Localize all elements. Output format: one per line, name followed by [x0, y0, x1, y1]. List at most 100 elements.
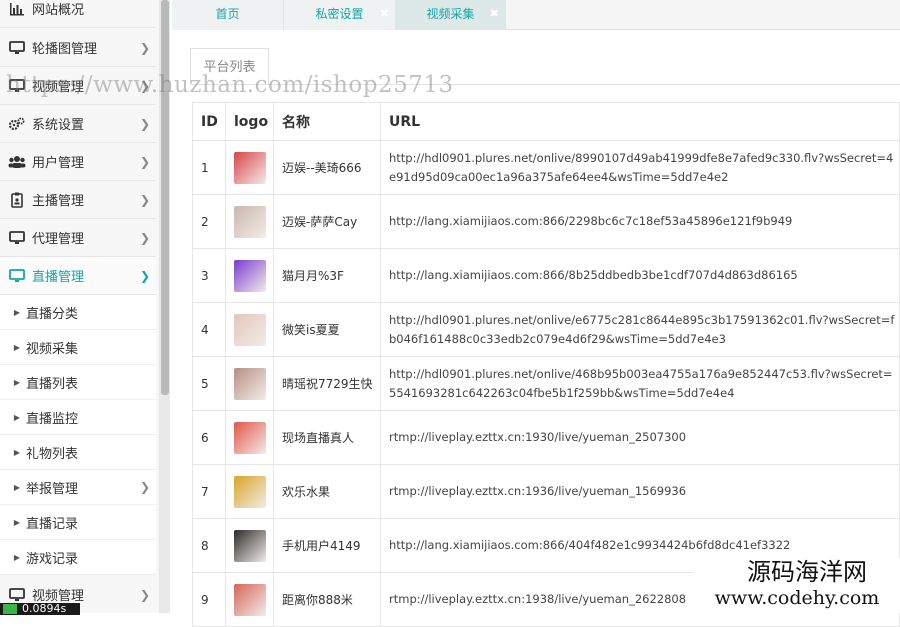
chevron-right-icon: ❯ — [139, 480, 151, 494]
sidebar-scroll-thumb[interactable] — [161, 0, 169, 395]
sidebar-item-5[interactable]: 用户管理 ❯ — [0, 143, 156, 181]
chevron-right-icon: ❯ — [139, 268, 151, 283]
site-watermark-url: www.codehy.com — [714, 587, 880, 609]
sidebar-item-3[interactable]: 视频管理 ❯ — [0, 67, 156, 105]
cell-url: http://hdl0901.plures.net/onlive/468b95b… — [380, 356, 900, 411]
sidebar-subitem-6[interactable]: ▶ 举报管理 ❯ — [0, 470, 156, 505]
sidebar: 网站概况 轮播图管理 ❯ 视频管理 ❯ 系统设置 ❯ 用户管理 ❯ 主播管理 ❯ 代理管理 ❯ 直播管理 ❯… — [0, 0, 160, 613]
platform-logo — [234, 529, 266, 562]
table-row[interactable]: 3 猫月月%3F http://lang.xiamijiaos.com:866/8b… — [192, 248, 900, 303]
platform-logo — [234, 151, 266, 184]
sidebar-subitem-2[interactable]: ▶ 视频采集 — [0, 330, 156, 365]
caret-right-icon: ▶ — [13, 412, 20, 422]
platform-logo — [234, 259, 266, 292]
platform-logo — [234, 205, 266, 238]
platform-table: ID logo 名称 URL 1 迈娱--美琦666 http://hdl0901.… — [192, 102, 900, 627]
sidebar-item-8[interactable]: 直播管理 ❯ — [0, 257, 156, 295]
sidebar-subitem-7[interactable]: ▶ 直播记录 — [0, 505, 156, 540]
cell-name: 手机用户4149 — [273, 518, 381, 573]
tab-privacy-settings[interactable]: 私密设置 ✖ — [284, 0, 396, 30]
cell-id: 7 — [192, 464, 226, 519]
cell-id: 6 — [192, 410, 226, 465]
cell-logo — [225, 518, 274, 573]
caret-right-icon: ▶ — [13, 342, 20, 352]
cell-name: 现场直播真人 — [273, 410, 381, 465]
platform-logo — [234, 583, 266, 616]
divider — [190, 84, 900, 85]
table-row[interactable]: 7 欢乐水果 rtmp://liveplay.ezttx.cn:1936/live/… — [192, 464, 900, 519]
caret-right-icon: ▶ — [13, 377, 20, 387]
cell-id: 3 — [192, 248, 226, 303]
table-row[interactable]: 5 晴瑶祝7729生快 http://hdl0901.plures.net/onli… — [192, 356, 900, 411]
site-watermark: 源码海洋网 www.codehy.com — [694, 558, 900, 613]
sidebar-item-label: 视频管理 — [32, 80, 85, 95]
sidebar-item-label: 主播管理 — [32, 194, 85, 209]
chevron-right-icon: ❯ — [139, 230, 151, 245]
chevron-right-icon: ❯ — [139, 116, 151, 131]
sidebar-subitem-4[interactable]: ▶ 直播监控 — [0, 400, 156, 435]
sidebar-item-1[interactable]: 网站概况 — [0, 0, 156, 28]
caret-right-icon: ▶ — [13, 482, 20, 492]
column-header-logo: logo — [225, 102, 274, 141]
cell-logo — [225, 248, 274, 303]
sidebar-subitem-label: 举报管理 — [26, 481, 79, 497]
sidebar-subitem-label: 游戏记录 — [26, 551, 79, 567]
close-icon[interactable]: ✖ — [380, 0, 389, 28]
sidebar-item-2[interactable]: 轮播图管理 ❯ — [0, 29, 156, 67]
caret-right-icon: ▶ — [13, 552, 20, 562]
close-icon[interactable]: ✖ — [490, 0, 499, 28]
cell-logo — [225, 464, 274, 519]
gears-icon — [0, 117, 30, 131]
cell-name: 欢乐水果 — [273, 464, 381, 519]
sidebar-item-6[interactable]: 主播管理 ❯ — [0, 181, 156, 219]
sidebar-subitem-5[interactable]: ▶ 礼物列表 — [0, 435, 156, 470]
cell-name: 猫月月%3F — [273, 248, 381, 303]
platform-logo — [234, 313, 266, 346]
caret-right-icon: ▶ — [13, 447, 20, 457]
cell-id: 2 — [192, 194, 226, 249]
sidebar-subitem-label: 礼物列表 — [26, 446, 79, 462]
sidebar-subitem-label: 视频采集 — [26, 341, 79, 357]
cell-url: rtmp://liveplay.ezttx.cn:1930/live/yuema… — [380, 410, 900, 465]
sidebar-subitem-1[interactable]: ▶ 直播分类 — [0, 295, 156, 330]
sidebar-item-4[interactable]: 系统设置 ❯ — [0, 105, 156, 143]
cell-logo — [225, 572, 274, 627]
sidebar-subitem-3[interactable]: ▶ 直播列表 — [0, 365, 156, 400]
caret-right-icon: ▶ — [13, 517, 20, 527]
tab-platform-list[interactable]: 平台列表 — [190, 48, 269, 85]
cell-name: 迈娱-萨萨Cay — [273, 194, 381, 249]
cell-logo — [225, 356, 274, 411]
table-row[interactable]: 6 现场直播真人 rtmp://liveplay.ezttx.cn:1930/liv… — [192, 410, 900, 465]
platform-logo — [234, 475, 266, 508]
chevron-right-icon: ❯ — [139, 154, 151, 169]
cell-url: rtmp://liveplay.ezttx.cn:1936/live/yuema… — [380, 464, 900, 519]
sidebar-item-label: 轮播图管理 — [32, 42, 98, 57]
monitor-icon — [0, 78, 30, 93]
sidebar-item-label: 用户管理 — [32, 156, 85, 171]
sidebar-subitem-8[interactable]: ▶ 游戏记录 — [0, 540, 156, 575]
cell-logo — [225, 140, 274, 195]
cell-id: 4 — [192, 302, 226, 357]
sidebar-subitem-label: 直播列表 — [26, 376, 79, 392]
platform-logo — [234, 367, 266, 400]
badge-icon — [0, 192, 30, 208]
chevron-right-icon: ❯ — [139, 192, 151, 207]
column-header-id: ID — [192, 102, 226, 141]
cell-id: 5 — [192, 356, 226, 411]
chevron-right-icon: ❯ — [139, 40, 151, 55]
monitor-icon — [0, 40, 30, 55]
tab-home[interactable]: 首页 — [172, 0, 284, 30]
cell-logo — [225, 410, 274, 465]
sidebar-item-7[interactable]: 代理管理 ❯ — [0, 219, 156, 257]
table-row[interactable]: 1 迈娱--美琦666 http://hdl0901.plures.net/onli… — [192, 140, 900, 195]
sidebar-subitem-label: 直播监控 — [26, 411, 79, 427]
cell-name: 距离你888米 — [273, 572, 381, 627]
chevron-right-icon: ❯ — [139, 587, 151, 602]
table-row[interactable]: 4 微笑is夏夏 http://hdl0901.plures.net/onlive/… — [192, 302, 900, 357]
column-header-url: URL — [380, 102, 900, 141]
tab-video-collect[interactable]: 视频采集 ✖ — [396, 0, 506, 30]
table-row[interactable]: 2 迈娱-萨萨Cay http://lang.xiamijiaos.com:866/… — [192, 194, 900, 249]
cell-url: http://lang.xiamijiaos.com:866/8b25ddbed… — [380, 248, 900, 303]
cell-logo — [225, 194, 274, 249]
bar-chart-icon — [0, 2, 30, 16]
